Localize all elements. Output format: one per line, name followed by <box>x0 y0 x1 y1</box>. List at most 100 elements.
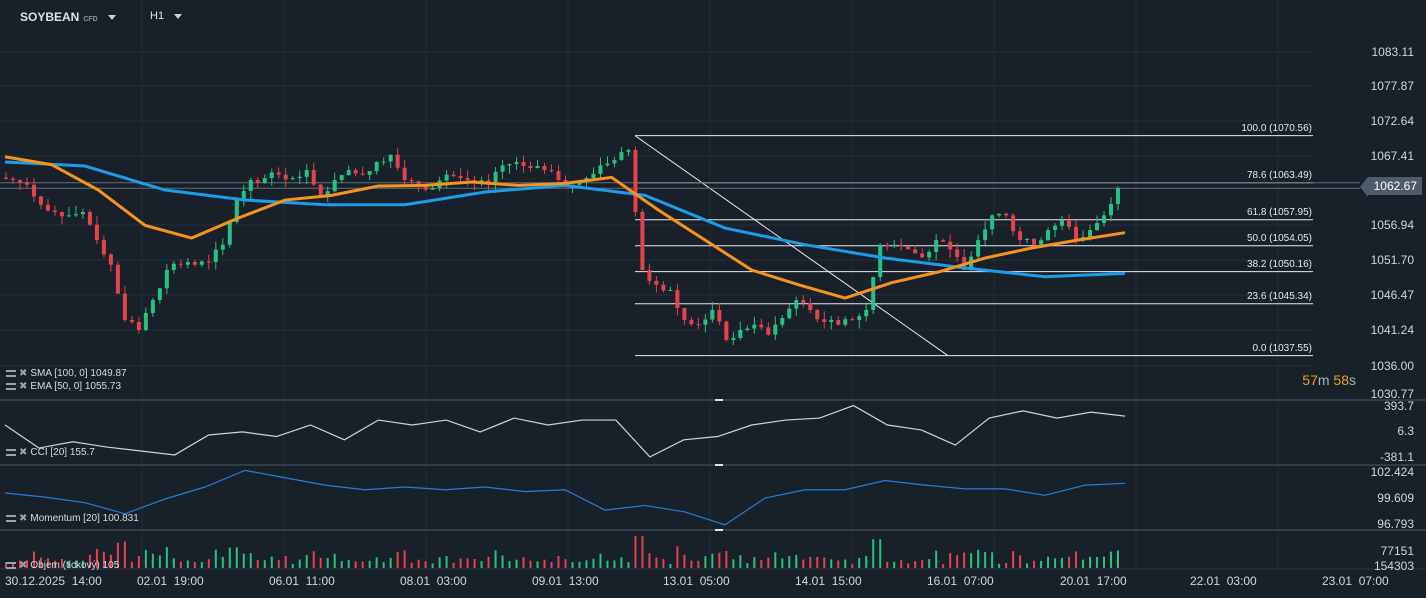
timeframe-selector[interactable]: H1 <box>150 10 183 22</box>
timeframe-label: H1 <box>150 10 165 22</box>
volume-bar <box>1096 556 1099 568</box>
legend-cci[interactable]: ✖ CCI [20] 155.7 <box>6 447 95 458</box>
y-tick-label: 1072.64 <box>1370 114 1414 128</box>
volume-bar <box>543 559 546 568</box>
candle-body <box>766 327 771 335</box>
volume-bar <box>718 552 721 568</box>
candle-body <box>108 254 113 265</box>
x-tick-label: 20.01 17:00 <box>1060 574 1127 588</box>
volume-bar <box>1054 558 1057 568</box>
legend-ema[interactable]: ✖ EMA [50, 0] 1055.73 <box>6 381 121 392</box>
volume-bar <box>214 549 217 568</box>
close-icon[interactable]: ✖ <box>19 381 27 392</box>
volume-bar <box>956 555 959 568</box>
candle-body <box>290 178 295 180</box>
volume-bar <box>256 560 259 568</box>
volume-bar <box>634 536 637 568</box>
candle-body <box>990 215 995 230</box>
volume-bar <box>802 559 805 568</box>
volume-bar <box>795 554 798 568</box>
candle-body <box>549 170 554 172</box>
volume-bar <box>1117 550 1119 568</box>
candle-body <box>864 310 869 317</box>
candle-body <box>4 177 8 179</box>
volume-bar <box>417 559 420 568</box>
candle-body <box>507 164 512 166</box>
candle-body <box>983 229 988 241</box>
candle-body <box>38 196 43 205</box>
volume-bar <box>928 559 931 568</box>
candle-body <box>731 337 736 341</box>
volume-bar <box>648 553 651 568</box>
candle-body <box>1060 220 1065 226</box>
candle-body <box>87 212 92 225</box>
candle-body <box>171 263 176 271</box>
close-icon[interactable]: ✖ <box>19 368 27 379</box>
candle-body <box>304 170 309 177</box>
momentum-line <box>4 469 1126 526</box>
candle-body <box>521 162 526 166</box>
candle-body <box>66 215 71 217</box>
candle-body <box>353 170 358 174</box>
volume-bar <box>431 563 434 568</box>
volume-bar <box>816 556 819 568</box>
candle-body <box>367 171 372 175</box>
candle-body <box>640 212 645 271</box>
x-tick-label: 13.01 05:00 <box>663 574 730 588</box>
candle-body <box>430 188 435 190</box>
volume-bar <box>242 553 245 568</box>
volume-bar <box>900 560 903 568</box>
candle-body <box>185 261 190 265</box>
y-tick-label: 1067.41 <box>1370 149 1414 163</box>
settings-icon[interactable] <box>6 383 16 390</box>
legend-sma-label: SMA [100, 0] 1049.87 <box>30 368 127 379</box>
volume-bar <box>144 550 147 568</box>
volume-bar <box>781 558 784 568</box>
volume-bar <box>984 551 987 568</box>
candle-body <box>773 324 778 335</box>
indicator-tick-label: -381.1 <box>1379 450 1414 464</box>
candle-body <box>948 241 953 250</box>
candle-body <box>1102 215 1107 224</box>
volume-bar <box>340 560 343 568</box>
candle-body <box>143 312 148 331</box>
candle-body <box>339 175 344 181</box>
indicator-tick-label: 6.3 <box>1397 424 1414 438</box>
candle-body <box>780 318 785 325</box>
candle-body <box>1074 226 1079 241</box>
candle-body <box>682 307 687 321</box>
settings-icon[interactable] <box>6 370 16 377</box>
y-tick-label: 1046.47 <box>1370 288 1414 302</box>
volume-bar <box>207 559 210 568</box>
close-icon[interactable]: ✖ <box>19 447 27 458</box>
settings-icon[interactable] <box>6 449 16 456</box>
close-icon[interactable]: ✖ <box>19 513 27 524</box>
candle-body <box>451 174 456 177</box>
volume-bar <box>319 557 322 568</box>
candle-body <box>535 165 540 169</box>
candle-body <box>794 300 799 309</box>
chart-canvas[interactable] <box>0 0 1426 598</box>
legend-momentum[interactable]: ✖ Momentum [20] 100.831 <box>6 513 139 524</box>
pane-resize-handle <box>715 464 723 466</box>
candle-body <box>388 154 393 162</box>
volume-bar <box>704 556 707 568</box>
symbol-selector[interactable]: SOYBEAN CFD <box>20 10 116 24</box>
x-tick-label: 06.01 11:00 <box>269 574 335 588</box>
candle-body <box>626 150 631 152</box>
legend-sma[interactable]: ✖ SMA [100, 0] 1049.87 <box>6 368 127 379</box>
volume-bar <box>375 557 378 568</box>
close-icon[interactable]: ✖ <box>19 560 27 571</box>
legend-volume[interactable]: ✖ Objem (tickový) 105 <box>6 560 119 571</box>
volume-bar <box>970 553 973 568</box>
y-tick-label: 1036.00 <box>1370 359 1414 373</box>
candle-body <box>808 303 813 311</box>
legend-ema-label: EMA [50, 0] 1055.73 <box>30 381 122 392</box>
settings-icon[interactable] <box>6 562 16 569</box>
candle-body <box>94 224 99 241</box>
candle-body <box>59 212 64 217</box>
volume-bar <box>466 558 469 568</box>
settings-icon[interactable] <box>6 515 16 522</box>
candle-body <box>899 244 904 247</box>
volume-bar <box>935 550 938 568</box>
